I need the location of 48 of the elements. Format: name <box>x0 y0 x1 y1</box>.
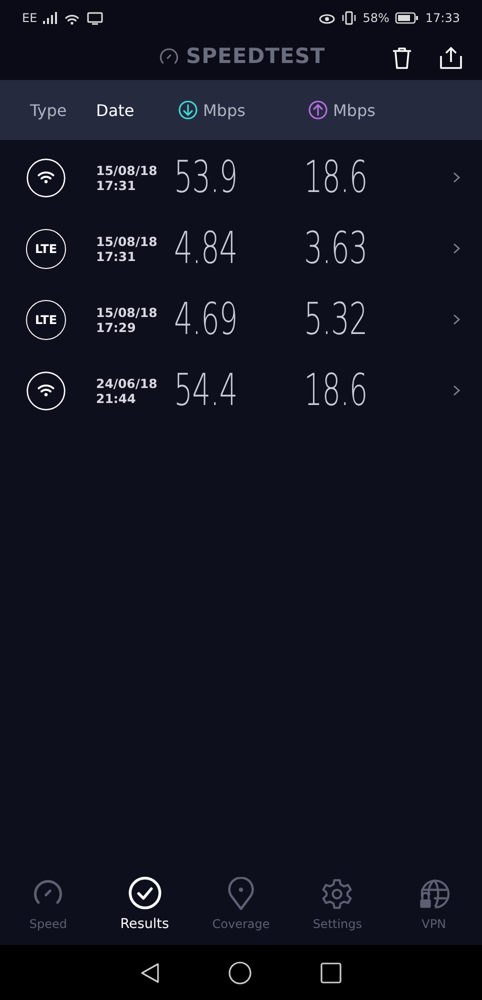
upload-speed: 18.6 <box>304 365 368 416</box>
test-date: 15/08/18 <box>96 234 158 248</box>
upload-speed: 18.6 <box>304 152 368 203</box>
speedometer-icon <box>158 46 180 66</box>
test-date: 24/06/18 <box>96 376 158 390</box>
battery-icon <box>395 12 420 24</box>
eye-icon <box>318 12 335 24</box>
trash-icon[interactable] <box>392 47 412 69</box>
recents-icon[interactable] <box>320 962 342 984</box>
test-time: 21:44 <box>96 390 137 406</box>
test-date: 15/08/18 <box>96 304 158 320</box>
upload-speed: 3.63 <box>304 223 368 274</box>
network-type-badge: LTE <box>26 300 66 340</box>
download-speed: 4.69 <box>174 294 238 345</box>
column-header[interactable]: Type <box>30 100 67 120</box>
download-speed: 53.9 <box>174 152 238 203</box>
chevron-icon[interactable] <box>453 172 460 183</box>
settings-icon <box>320 877 354 911</box>
test-time: 17:29 <box>96 320 137 334</box>
chevron-icon[interactable] <box>453 314 460 325</box>
test-date: 15/08/18 <box>96 162 158 178</box>
wifi-icon <box>26 370 66 410</box>
app-title: SPEEDTEST <box>186 44 326 68</box>
vibrate-icon <box>340 11 357 25</box>
clock: 17:33 <box>425 11 460 25</box>
home-icon[interactable] <box>228 960 252 984</box>
test-time: 17:31 <box>96 178 137 192</box>
network-type-badge: LTE <box>26 228 66 268</box>
download-icon <box>178 100 198 120</box>
battery-percent: 58% <box>362 11 390 25</box>
carrier-label: EE <box>22 11 38 25</box>
chevron-icon[interactable] <box>453 385 460 396</box>
chevron-icon[interactable] <box>453 243 460 254</box>
nav-tab[interactable]: Results <box>96 876 193 932</box>
upload-icon <box>308 100 328 120</box>
screen-icon <box>87 12 104 24</box>
column-header[interactable]: Mbps <box>203 100 246 120</box>
upload-speed: 5.32 <box>304 294 368 345</box>
share-icon[interactable] <box>440 47 462 69</box>
signal-icon <box>43 12 58 24</box>
test-time: 17:31 <box>96 248 137 264</box>
checkmark-icon <box>128 876 162 910</box>
download-speed: 54.4 <box>174 365 238 416</box>
wifi-icon <box>26 158 66 198</box>
column-header[interactable]: Date <box>96 100 134 120</box>
download-speed: 4.84 <box>174 223 238 274</box>
back-icon[interactable] <box>140 962 160 984</box>
column-header[interactable]: Mbps <box>333 100 376 120</box>
